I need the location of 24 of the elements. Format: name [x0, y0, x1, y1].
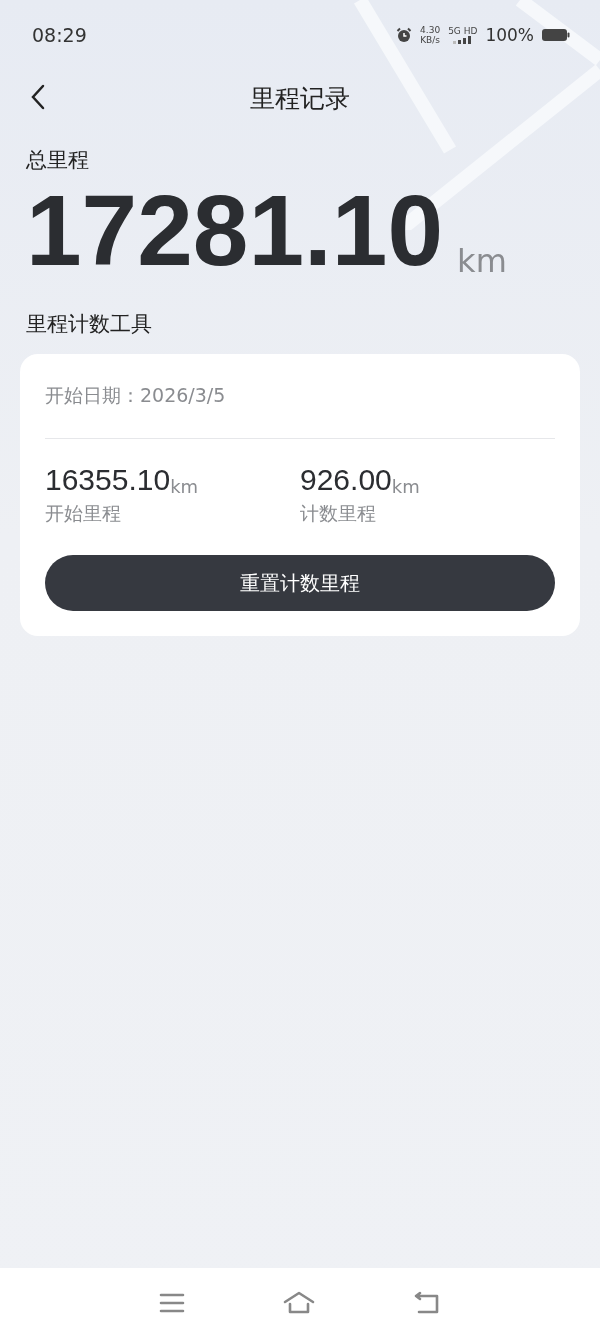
total-mileage-value: 17281.10	[26, 174, 444, 286]
page-title: 里程记录	[250, 82, 350, 115]
total-mileage-label: 总里程	[26, 147, 90, 174]
mileage-value: 926.00	[300, 463, 392, 497]
start-date: 开始日期：2026/3/5	[45, 383, 227, 408]
mileage-label: 计数里程	[300, 501, 377, 526]
network-speed-unit: KB/s	[420, 35, 440, 45]
mileage-label: 开始里程	[45, 501, 122, 526]
menu-icon[interactable]	[159, 1292, 185, 1314]
mileage-value: 16355.10	[45, 463, 171, 497]
total-mileage-unit: km	[457, 242, 507, 282]
mileage-unit: km	[391, 476, 420, 497]
reset-button[interactable]: 重置计数里程	[45, 555, 555, 611]
section-title: 里程计数工具	[26, 311, 153, 338]
network-type: 5G HD	[448, 26, 478, 36]
status-time: 08:29	[32, 24, 87, 46]
network-speed: 4.30	[420, 25, 441, 35]
signal-icon	[452, 36, 473, 44]
battery-level: 100%	[485, 25, 534, 45]
battery-icon	[542, 28, 570, 42]
back-icon[interactable]	[413, 1291, 441, 1315]
alarm-clock-icon	[396, 27, 413, 43]
home-icon[interactable]	[283, 1291, 315, 1315]
mileage-unit: km	[170, 476, 199, 497]
